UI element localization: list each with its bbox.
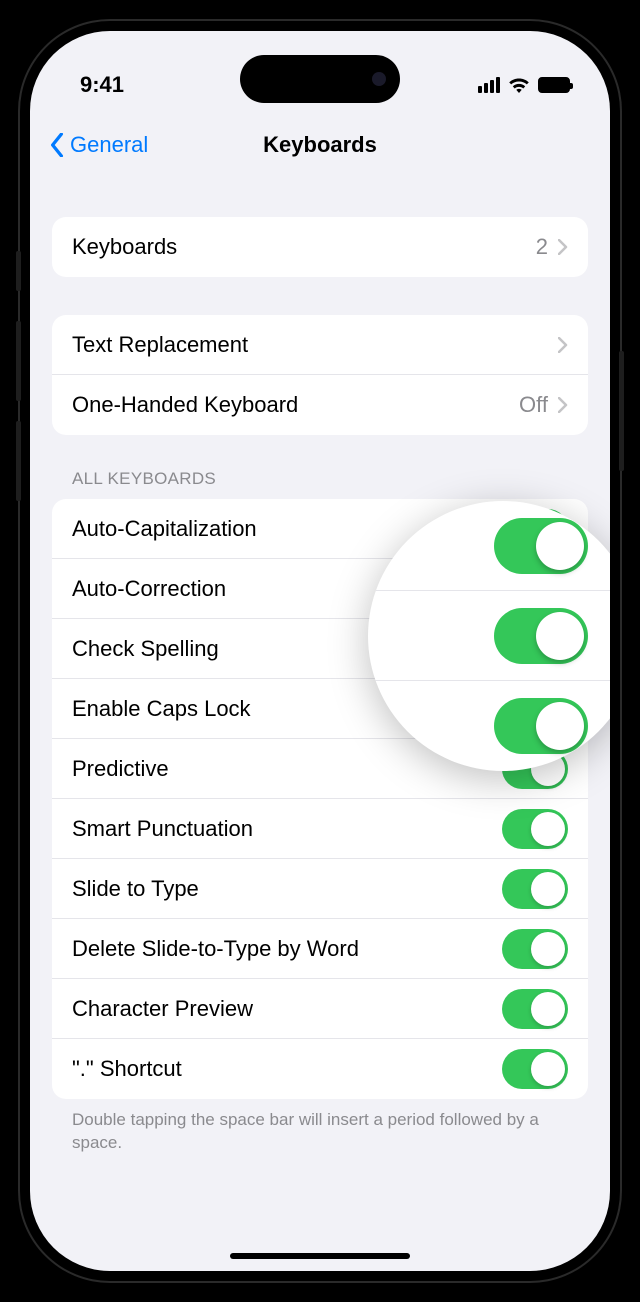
- row-label: Smart Punctuation: [72, 816, 253, 842]
- cellular-icon: [478, 77, 500, 93]
- status-time: 9:41: [80, 72, 124, 98]
- dynamic-island: [240, 55, 400, 103]
- row-label: Predictive: [72, 756, 169, 782]
- row-label: One-Handed Keyboard: [72, 392, 298, 418]
- row-label: Text Replacement: [72, 332, 248, 358]
- back-label: General: [70, 132, 148, 158]
- row-one-handed-keyboard[interactable]: One-Handed Keyboard Off: [52, 375, 588, 435]
- row-label: Keyboards: [72, 234, 177, 260]
- chevron-right-icon: [558, 397, 568, 413]
- battery-icon: [538, 77, 570, 93]
- magnified-toggle: [494, 698, 588, 754]
- row-label: Delete Slide-to-Type by Word: [72, 936, 359, 962]
- row-label: Check Spelling: [72, 636, 219, 662]
- group-text-options: Text Replacement One-Handed Keyboard Off: [52, 315, 588, 435]
- section-header-all-keyboards: ALL KEYBOARDS: [52, 435, 588, 499]
- chevron-right-icon: [558, 239, 568, 255]
- row-label: Enable Caps Lock: [72, 696, 251, 722]
- home-indicator[interactable]: [230, 1253, 410, 1259]
- row-value: 2: [536, 234, 548, 260]
- toggle-slide-to-type[interactable]: [502, 869, 568, 909]
- toggle-character-preview[interactable]: [502, 989, 568, 1029]
- toggle-smart-punctuation[interactable]: [502, 809, 568, 849]
- row-character-preview: Character Preview: [52, 979, 588, 1039]
- row-slide-to-type: Slide to Type: [52, 859, 588, 919]
- group-keyboards: Keyboards 2: [52, 217, 588, 277]
- row-label: Auto-Correction: [72, 576, 226, 602]
- magnified-toggle: [494, 518, 588, 574]
- page-title: Keyboards: [263, 132, 377, 158]
- row-label: Auto-Capitalization: [72, 516, 257, 542]
- screen: 9:41 General Keyboards: [30, 31, 610, 1271]
- nav-bar: General Keyboards: [30, 111, 610, 179]
- row-keyboards[interactable]: Keyboards 2: [52, 217, 588, 277]
- row-label: "." Shortcut: [72, 1056, 182, 1082]
- footer-text: Double tapping the space bar will insert…: [52, 1099, 588, 1155]
- volume-up-button: [16, 321, 21, 401]
- status-right: [478, 77, 570, 93]
- row-label: Character Preview: [72, 996, 253, 1022]
- volume-down-button: [16, 421, 21, 501]
- silent-switch: [16, 251, 21, 291]
- magnified-toggle: [494, 608, 588, 664]
- toggle-period-shortcut[interactable]: [502, 1049, 568, 1089]
- row-smart-punctuation: Smart Punctuation: [52, 799, 588, 859]
- wifi-icon: [508, 77, 530, 93]
- magnifier-row: [368, 591, 610, 681]
- row-delete-slide-to-type-by-word: Delete Slide-to-Type by Word: [52, 919, 588, 979]
- row-period-shortcut: "." Shortcut: [52, 1039, 588, 1099]
- power-button: [619, 351, 624, 471]
- chevron-left-icon: [50, 133, 64, 157]
- back-button[interactable]: General: [50, 132, 148, 158]
- toggle-delete-slide-to-type-by-word[interactable]: [502, 929, 568, 969]
- phone-frame: 9:41 General Keyboards: [20, 21, 620, 1281]
- chevron-right-icon: [558, 337, 568, 353]
- row-text-replacement[interactable]: Text Replacement: [52, 315, 588, 375]
- row-value: Off: [519, 392, 548, 418]
- row-label: Slide to Type: [72, 876, 199, 902]
